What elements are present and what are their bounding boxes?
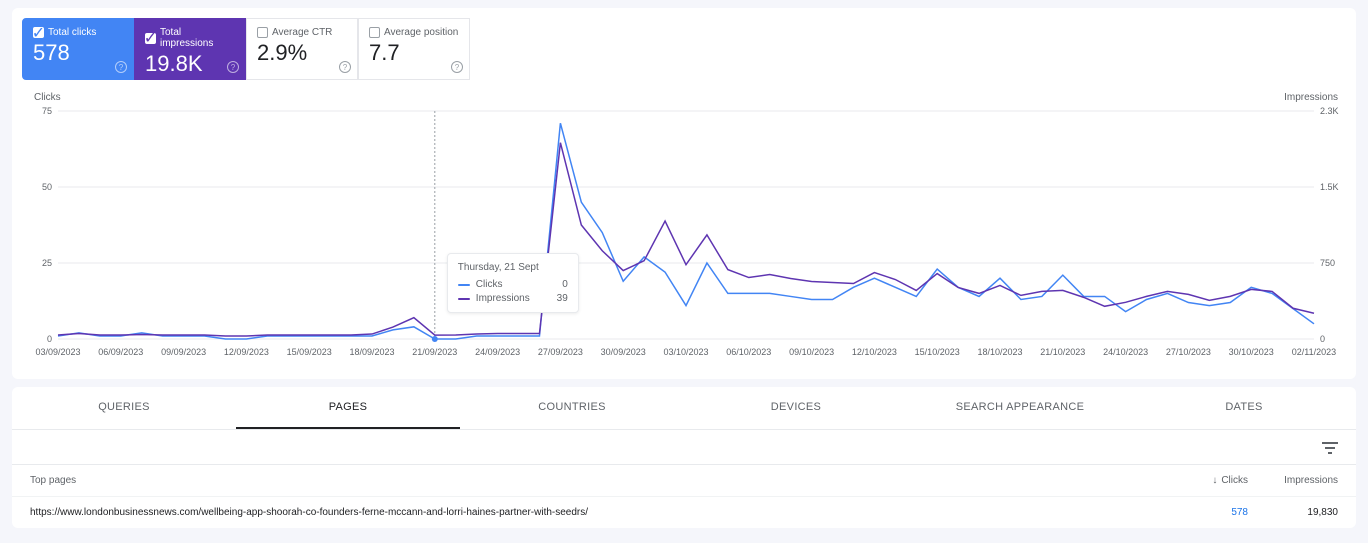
svg-text:27/09/2023: 27/09/2023 <box>538 347 583 357</box>
help-icon[interactable]: ? <box>115 61 127 73</box>
help-icon[interactable]: ? <box>451 61 463 73</box>
help-icon[interactable]: ? <box>227 61 239 73</box>
svg-text:06/10/2023: 06/10/2023 <box>726 347 771 357</box>
filter-icon[interactable] <box>1322 442 1338 458</box>
svg-text:12/09/2023: 12/09/2023 <box>224 347 269 357</box>
chart-tooltip: Thursday, 21 Sept Clicks 0 Impressions 3… <box>447 253 579 313</box>
svg-text:02/11/2023: 02/11/2023 <box>1292 347 1336 357</box>
clicks-swatch-icon <box>458 284 470 286</box>
metric-label: Total clicks <box>48 27 96 38</box>
svg-text:24/09/2023: 24/09/2023 <box>475 347 520 357</box>
checkbox-icon <box>369 27 380 38</box>
svg-text:21/10/2023: 21/10/2023 <box>1040 347 1085 357</box>
metric-value: 7.7 <box>369 42 459 64</box>
svg-text:06/09/2023: 06/09/2023 <box>98 347 143 357</box>
check-icon: ✓ <box>145 33 156 44</box>
svg-text:09/10/2023: 09/10/2023 <box>789 347 834 357</box>
page-impr-cell: 19,830 <box>1248 507 1338 518</box>
checkbox-icon <box>257 27 268 38</box>
tab-dates[interactable]: DATES <box>1132 387 1356 429</box>
svg-text:27/10/2023: 27/10/2023 <box>1166 347 1211 357</box>
tooltip-date: Thursday, 21 Sept <box>458 262 568 273</box>
impressions-swatch-icon <box>458 298 470 300</box>
y-axis-right-title: Impressions <box>1284 92 1338 103</box>
tooltip-clicks-label: Clicks <box>476 279 503 290</box>
metric-average-ctr[interactable]: Average CTR 2.9% ? <box>246 18 358 80</box>
column-header-clicks[interactable]: ↓ Clicks <box>1158 475 1248 486</box>
metric-value: 2.9% <box>257 42 347 64</box>
help-icon[interactable]: ? <box>339 61 351 73</box>
svg-text:03/09/2023: 03/09/2023 <box>35 347 80 357</box>
column-header-impressions[interactable]: Impressions <box>1248 475 1338 486</box>
svg-text:30/10/2023: 30/10/2023 <box>1229 347 1274 357</box>
metric-label: Average CTR <box>272 27 332 38</box>
performance-chart[interactable]: 0 0 25 750 50 1.5K 75 2.3K 03/09/2023 06/09/2023 0… <box>30 103 1350 361</box>
svg-text:1.5K: 1.5K <box>1320 182 1339 192</box>
metric-label: Average position <box>384 27 458 38</box>
svg-text:0: 0 <box>1320 334 1325 344</box>
svg-text:15/10/2023: 15/10/2023 <box>915 347 960 357</box>
svg-text:750: 750 <box>1320 258 1335 268</box>
svg-text:21/09/2023: 21/09/2023 <box>412 347 457 357</box>
page-clicks-cell: 578 <box>1158 507 1248 518</box>
svg-text:18/09/2023: 18/09/2023 <box>349 347 394 357</box>
svg-text:24/10/2023: 24/10/2023 <box>1103 347 1148 357</box>
tooltip-clicks-value: 0 <box>562 279 568 290</box>
dimension-tabs: QUERIES PAGES COUNTRIES DEVICES SEARCH A… <box>12 387 1356 430</box>
svg-text:75: 75 <box>42 106 52 116</box>
metric-average-position[interactable]: Average position 7.7 ? <box>358 18 470 80</box>
check-icon: ✓ <box>33 27 44 38</box>
metric-label: Total impressions <box>160 27 235 49</box>
sort-desc-icon: ↓ <box>1212 475 1217 486</box>
metric-total-clicks[interactable]: ✓ Total clicks 578 ? <box>22 18 134 80</box>
svg-text:12/10/2023: 12/10/2023 <box>852 347 897 357</box>
tab-pages[interactable]: PAGES <box>236 387 460 429</box>
tooltip-impr-label: Impressions <box>476 293 530 304</box>
table-row[interactable]: https://www.londonbusinessnews.com/wellb… <box>12 496 1356 528</box>
svg-text:18/10/2023: 18/10/2023 <box>977 347 1022 357</box>
tab-search-appearance[interactable]: SEARCH APPEARANCE <box>908 387 1132 429</box>
metric-value: 578 <box>33 42 123 64</box>
tab-countries[interactable]: COUNTRIES <box>460 387 684 429</box>
svg-text:25: 25 <box>42 258 52 268</box>
tooltip-impr-value: 39 <box>557 293 568 304</box>
page-url-cell: https://www.londonbusinessnews.com/wellb… <box>30 507 1158 518</box>
metric-value: 19.8K <box>145 53 235 75</box>
svg-text:30/09/2023: 30/09/2023 <box>601 347 646 357</box>
svg-text:03/10/2023: 03/10/2023 <box>663 347 708 357</box>
tab-devices[interactable]: DEVICES <box>684 387 908 429</box>
metric-total-impressions[interactable]: ✓ Total impressions 19.8K ? <box>134 18 246 80</box>
svg-text:09/09/2023: 09/09/2023 <box>161 347 206 357</box>
svg-text:2.3K: 2.3K <box>1320 106 1339 116</box>
column-header-page: Top pages <box>30 475 1158 486</box>
svg-text:0: 0 <box>47 334 52 344</box>
svg-text:50: 50 <box>42 182 52 192</box>
tab-queries[interactable]: QUERIES <box>12 387 236 429</box>
y-axis-left-title: Clicks <box>34 92 1338 103</box>
svg-text:15/09/2023: 15/09/2023 <box>287 347 332 357</box>
